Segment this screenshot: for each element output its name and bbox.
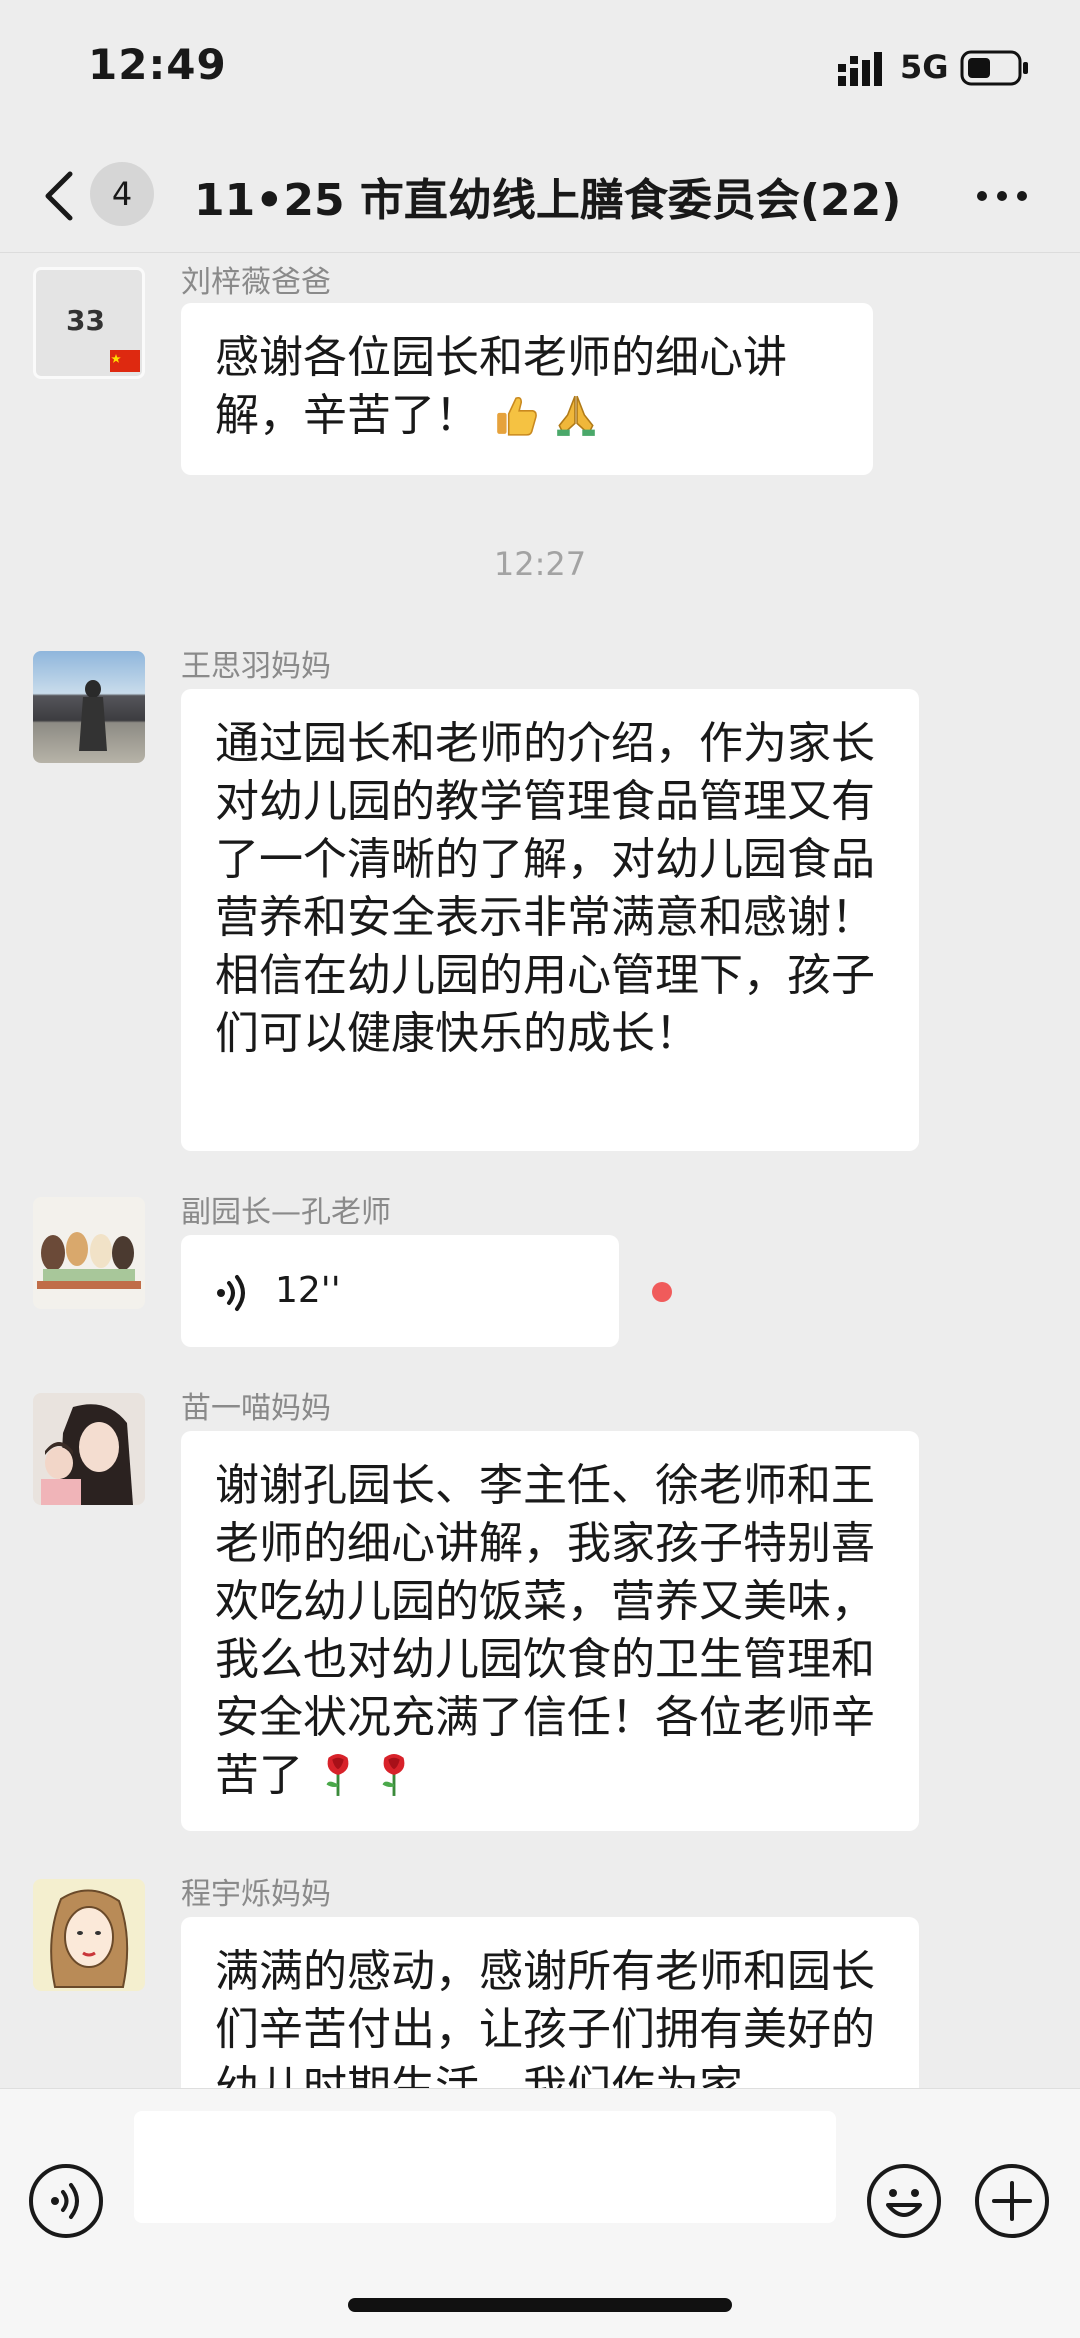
voice-wave-icon	[217, 1275, 245, 1311]
praying-hands-icon	[557, 395, 595, 436]
status-bar: 12:49 5G	[0, 0, 1080, 140]
message-input[interactable]	[134, 2111, 836, 2223]
signal-icon	[838, 52, 882, 86]
unread-count-badge[interactable]: 4	[90, 162, 154, 226]
message-bubble[interactable]: 满满的感动，感谢所有老师和园长们辛苦付出，让孩子们拥有美好的幼儿时期生活，我们作…	[181, 1917, 919, 2088]
message-text: 谢谢孔园长、李主任、徐老师和王老师的细心讲解，我家孩子特别喜欢吃幼儿园的饭菜，营…	[215, 1460, 875, 1801]
avatar[interactable]	[33, 1197, 145, 1309]
sender-name: 苗一喵妈妈	[181, 1391, 331, 1426]
home-indicator[interactable]	[348, 2298, 732, 2312]
voice-input-icon[interactable]	[28, 2163, 104, 2239]
unread-voice-dot	[652, 1282, 672, 1302]
plus-icon[interactable]	[974, 2163, 1050, 2239]
thumbs-up-icon	[497, 396, 537, 436]
avatar[interactable]	[33, 1393, 145, 1505]
avatar[interactable]	[33, 651, 145, 763]
status-time: 12:49	[88, 40, 227, 89]
voice-duration: 12''	[275, 1270, 341, 1311]
battery-icon	[960, 50, 1028, 86]
rose-icon	[326, 1753, 349, 1796]
avatar-illustration-icon	[37, 1232, 141, 1289]
flag-icon	[110, 350, 140, 372]
rose-icon	[382, 1753, 405, 1796]
avatar-text: 33	[66, 304, 105, 337]
message-timestamp: 12:27	[493, 545, 587, 583]
chat-header: 4 11•25 市直幼线上膳食委员会(22)	[0, 140, 1080, 253]
avatar-photo-icon	[41, 1404, 133, 1505]
message-text: 通过园长和老师的介绍，作为家长对幼儿园的教学管理食品管理又有了一个清晰的了解，对…	[215, 718, 875, 1059]
avatar-illustration-icon	[50, 1889, 129, 1988]
message-bubble[interactable]: 通过园长和老师的介绍，作为家长对幼儿园的教学管理食品管理又有了一个清晰的了解，对…	[181, 689, 919, 1151]
sender-name: 刘梓薇爸爸	[181, 265, 331, 300]
message-bubble[interactable]: 感谢各位园长和老师的细心讲解，辛苦了！	[181, 303, 873, 475]
more-options-icon[interactable]	[974, 176, 1030, 216]
chat-title: 11•25 市直幼线上膳食委员会(22)	[194, 175, 902, 226]
voice-message-bubble[interactable]: 12''	[181, 1235, 619, 1347]
sender-name: 王思羽妈妈	[181, 649, 331, 684]
back-arrow-icon[interactable]	[40, 166, 80, 226]
emoji-icon[interactable]	[866, 2163, 942, 2239]
sender-name: 副园长—孔老师	[181, 1195, 391, 1230]
avatar-figure-icon	[79, 680, 107, 751]
avatar[interactable]	[33, 1879, 145, 1991]
network-label: 5G	[900, 48, 949, 86]
message-text: 满满的感动，感谢所有老师和园长们辛苦付出，让孩子们拥有美好的幼儿时期生活，我们作…	[215, 1946, 875, 2088]
message-bubble[interactable]: 谢谢孔园长、李主任、徐老师和王老师的细心讲解，我家孩子特别喜欢吃幼儿园的饭菜，营…	[181, 1431, 919, 1831]
sender-name: 程宇烁妈妈	[181, 1877, 331, 1912]
message-list[interactable]: 33 刘梓薇爸爸 感谢各位园长和老师的细心讲解，辛苦了！ 12:27 王思羽妈妈…	[0, 253, 1080, 2088]
avatar[interactable]: 33	[33, 267, 145, 379]
